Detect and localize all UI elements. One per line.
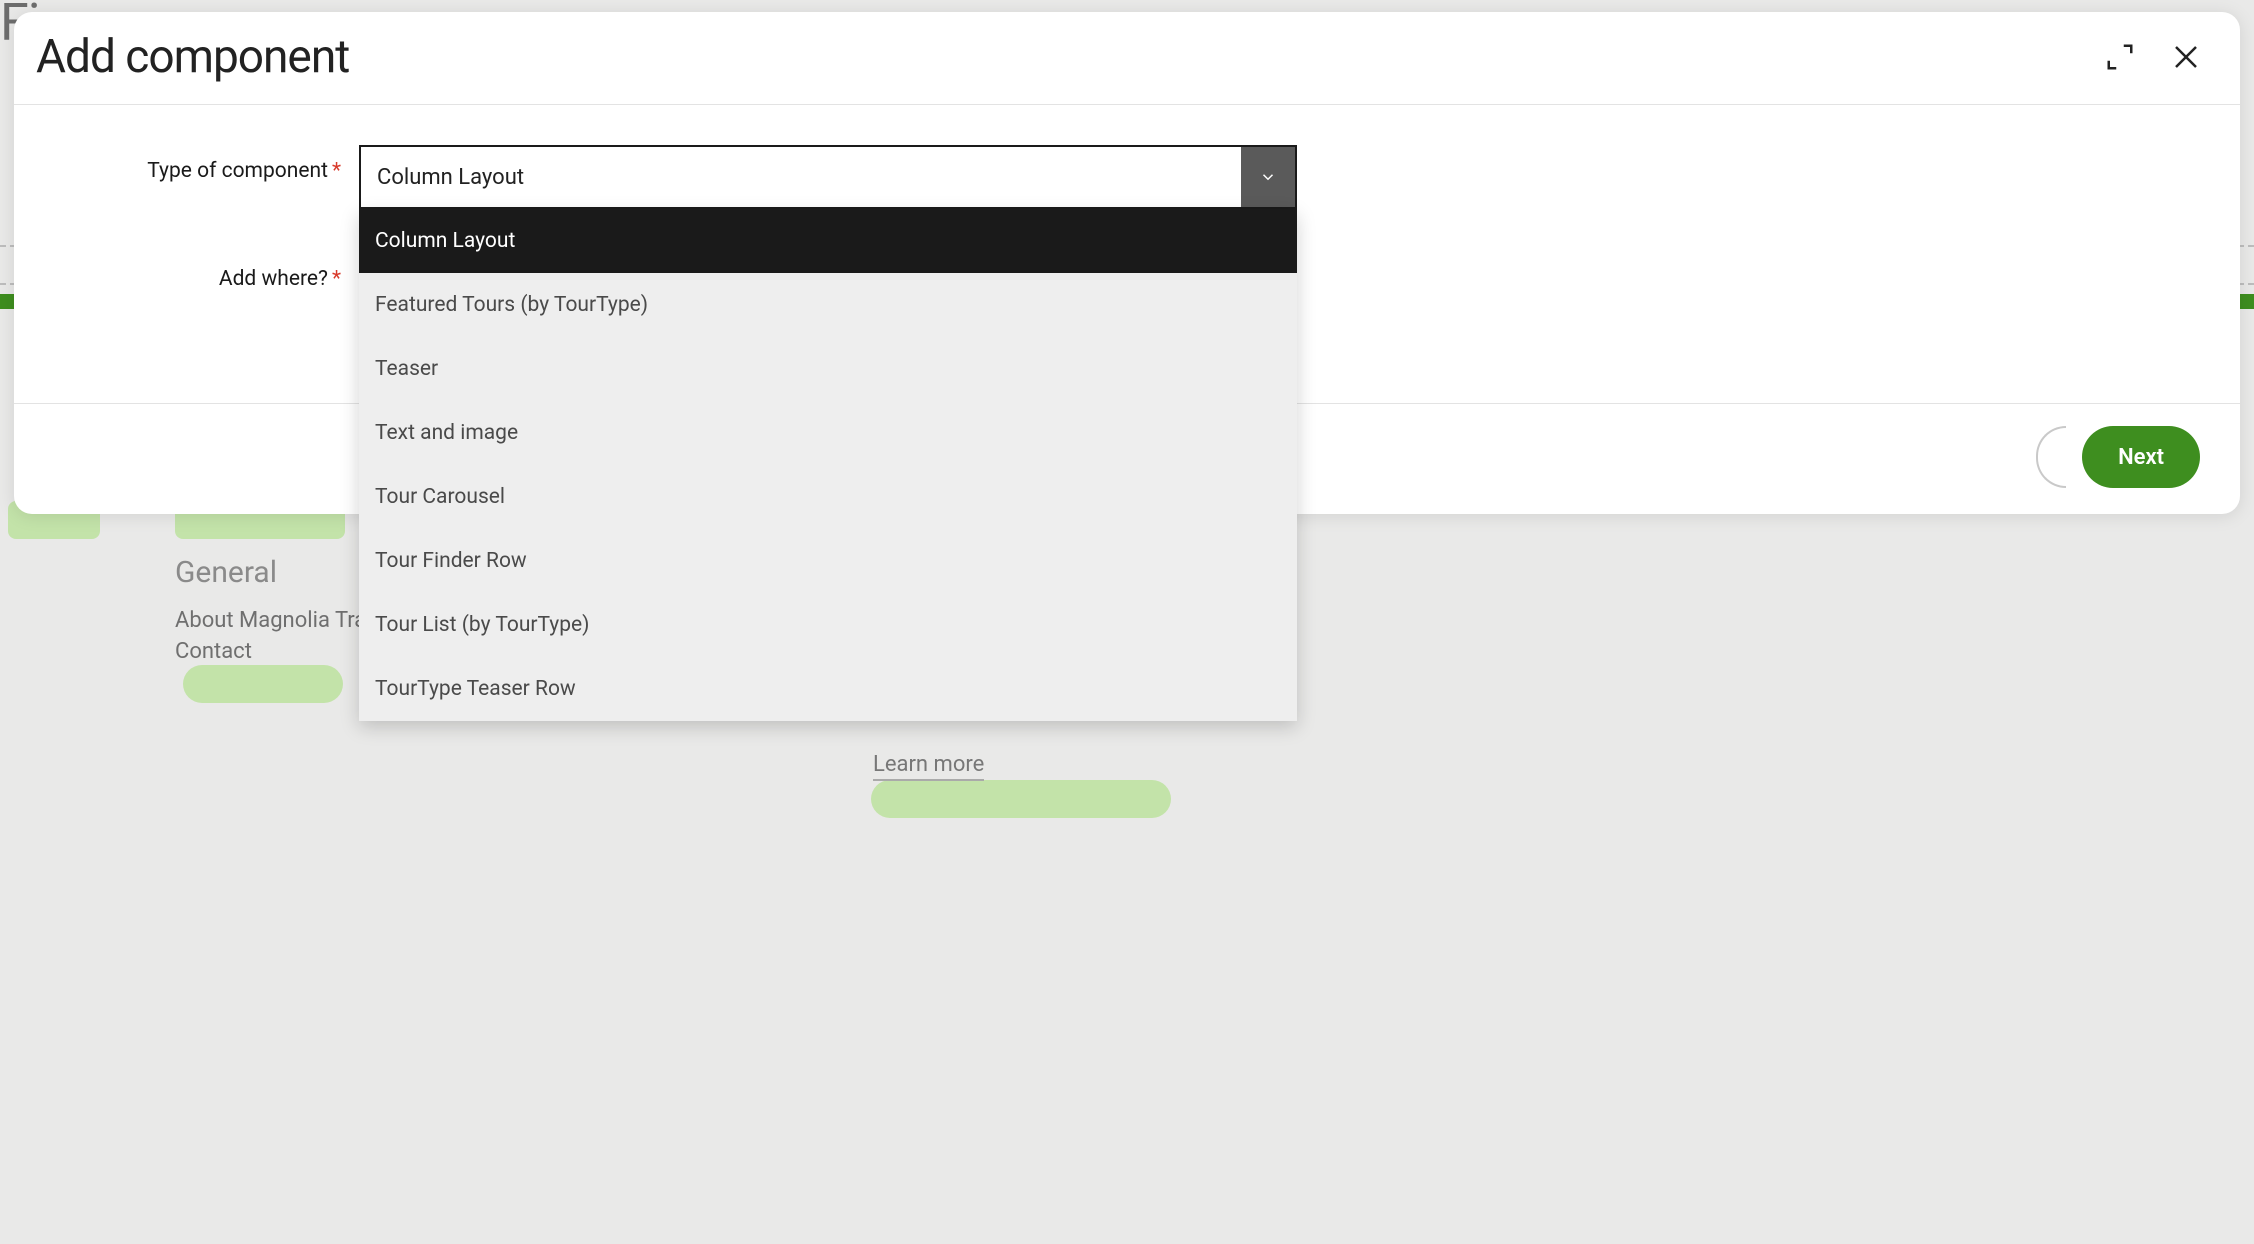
type-label-text: Type of component bbox=[147, 159, 328, 183]
type-dropdown: Column Layout Featured Tours (by TourTyp… bbox=[359, 209, 1297, 721]
dropdown-option[interactable]: Featured Tours (by TourType) bbox=[359, 273, 1297, 337]
secondary-button[interactable] bbox=[2036, 426, 2066, 488]
dropdown-option[interactable]: Column Layout bbox=[359, 209, 1297, 273]
background-highlight bbox=[871, 780, 1171, 818]
dialog-header-actions bbox=[2102, 39, 2204, 75]
type-select-value: Column Layout bbox=[361, 147, 1241, 207]
dialog-body: Type of component* Column Layout Column … bbox=[14, 105, 2240, 403]
background-footer: General About Magnolia Tra Contact bbox=[175, 555, 366, 670]
dropdown-option[interactable]: Teaser bbox=[359, 337, 1297, 401]
type-select-toggle[interactable] bbox=[1241, 147, 1295, 207]
background-accent bbox=[0, 294, 14, 309]
close-icon bbox=[2171, 42, 2201, 72]
dropdown-option[interactable]: Tour List (by TourType) bbox=[359, 593, 1297, 657]
where-label: Add where?* bbox=[54, 253, 359, 291]
learn-more-link[interactable]: Learn more bbox=[873, 752, 984, 781]
dropdown-option[interactable]: Tour Carousel bbox=[359, 465, 1297, 529]
required-indicator: * bbox=[332, 159, 341, 183]
chevron-down-icon bbox=[1259, 168, 1277, 186]
dropdown-option[interactable]: Tour Finder Row bbox=[359, 529, 1297, 593]
dialog-header: Add component bbox=[14, 12, 2240, 105]
where-label-text: Add where? bbox=[219, 267, 328, 291]
form-row-type: Type of component* Column Layout Column … bbox=[54, 145, 2200, 209]
type-select[interactable]: Column Layout bbox=[359, 145, 1297, 209]
type-field: Column Layout Column Layout Featured Tou… bbox=[359, 145, 2200, 209]
expand-icon bbox=[2105, 42, 2135, 72]
next-button[interactable]: Next bbox=[2082, 426, 2200, 488]
dropdown-option[interactable]: TourType Teaser Row bbox=[359, 657, 1297, 721]
background-highlight bbox=[183, 665, 343, 703]
expand-button[interactable] bbox=[2102, 39, 2138, 75]
add-component-dialog: Add component Type of component* bbox=[14, 12, 2240, 514]
dialog-title: Add component bbox=[36, 30, 349, 84]
dropdown-option[interactable]: Text and image bbox=[359, 401, 1297, 465]
close-button[interactable] bbox=[2168, 39, 2204, 75]
footer-link: Contact bbox=[175, 639, 366, 664]
footer-link: About Magnolia Tra bbox=[175, 608, 366, 633]
footer-heading: General bbox=[175, 555, 366, 590]
required-indicator: * bbox=[332, 267, 341, 291]
type-label: Type of component* bbox=[54, 145, 359, 183]
